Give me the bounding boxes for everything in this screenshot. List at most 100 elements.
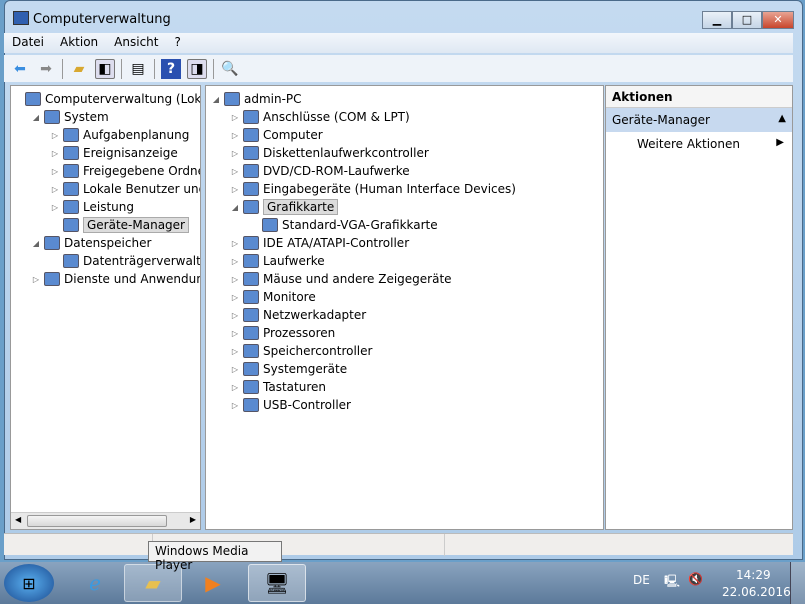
tree-item[interactable]: Datenträgerverwaltung [49,252,201,270]
tree-item[interactable]: ▷ Netzwerkadapter [229,306,366,324]
tree-item[interactable]: ▷ IDE ATA/ATAPI-Controller [229,234,409,252]
expand-icon[interactable]: ▷ [229,347,241,356]
expand-icon[interactable]: ▷ [49,203,61,212]
expand-icon[interactable]: ◢ [210,95,222,104]
language-indicator[interactable]: DE [633,573,650,587]
menu-datei[interactable]: Datei [4,33,52,53]
volume-muted-icon[interactable]: 🔇 [688,572,703,586]
expand-icon[interactable]: ▷ [49,131,61,140]
expand-icon[interactable]: ▷ [229,311,241,320]
expand-icon[interactable]: ▷ [229,329,241,338]
expand-icon[interactable]: ▷ [30,275,42,284]
horizontal-scrollbar[interactable]: ◀ ▶ [11,512,200,529]
actions-section-geraete-manager[interactable]: Geräte-Manager ▲ [606,108,792,132]
expand-icon[interactable]: ▷ [229,113,241,122]
start-button[interactable]: ⊞ [4,564,54,602]
expand-icon[interactable]: ▷ [229,257,241,266]
tree-item[interactable]: ▷ Computer [229,126,323,144]
help-icon[interactable]: ? [161,58,181,79]
tree-item[interactable]: ▷ Aufgabenplanung [49,126,189,144]
tree-item[interactable]: Computerverwaltung (Lokal) [11,90,200,108]
tree-item[interactable]: Geräte-Manager [49,216,189,234]
expand-icon[interactable]: ▷ [229,293,241,302]
up-folder-icon[interactable]: ▰ [69,59,89,79]
expand-icon[interactable]: ▷ [229,185,241,194]
tree-item[interactable]: ▷ Speichercontroller [229,342,372,360]
device-icon [243,290,259,304]
tree-item[interactable]: ▷ Tastaturen [229,378,326,396]
back-icon[interactable]: ⬅ [10,59,30,79]
expand-icon[interactable]: ▷ [229,149,241,158]
console-tree-pane: ◀ ▶ Computerverwaltung (Lokal) ◢ System ▷ Au… [10,85,201,530]
expand-icon[interactable]: ▷ [229,167,241,176]
computer-management-taskbar-icon[interactable]: 🖥 [248,564,306,602]
tree-item[interactable]: ◢ Grafikkarte [229,198,339,216]
tree-item[interactable]: ▷ Diskettenlaufwerkcontroller [229,144,429,162]
expand-icon[interactable]: ▷ [229,365,241,374]
tree-item-label: Anschlüsse (COM & LPT) [263,110,410,124]
tree-item[interactable]: ▷ Monitore [229,288,316,306]
tree-item-label: Datenträgerverwaltung [83,254,201,268]
tree-item[interactable]: ▷ Anschlüsse (COM & LPT) [229,108,410,126]
status-bar [4,533,793,556]
minimize-button[interactable]: ▁ [702,11,732,29]
menu-help[interactable]: ? [166,33,188,53]
device-icon [243,380,259,394]
tree-item-label: Computer [263,128,323,142]
tree-item-label: Dienste und Anwendungen [64,272,200,286]
close-button[interactable]: ✕ [762,11,794,29]
tree-item[interactable]: ▷ DVD/CD-ROM-Laufwerke [229,162,410,180]
tree-item[interactable]: ▷ Ereignisanzeige [49,144,178,162]
tree-item-label: admin-PC [244,92,302,106]
expand-icon[interactable]: ▷ [229,275,241,284]
tree-item-label: Mäuse und andere Zeigegeräte [263,272,452,286]
expand-icon[interactable]: ▷ [229,239,241,248]
expand-icon[interactable]: ▷ [229,401,241,410]
more-actions-item[interactable]: Weitere Aktionen ▶ [606,132,792,151]
tree-item[interactable]: ▷ Prozessoren [229,324,335,342]
computer-management-icon [13,11,29,25]
maximize-button[interactable]: □ [732,11,762,29]
tree-item-label: System [64,110,109,124]
tree-item[interactable]: ▷ Eingabegeräte (Human Interface Devices) [229,180,516,198]
tree-item[interactable]: ▷ Leistung [49,198,134,216]
expand-icon[interactable]: ▷ [49,167,61,176]
expand-icon[interactable]: ▷ [49,185,61,194]
tree-item[interactable]: ◢ Datenspeicher [30,234,151,252]
tree-item[interactable]: ▷ USB-Controller [229,396,351,414]
show-hide-action-pane-icon[interactable]: ◨ [187,58,207,79]
tree-item[interactable]: ▷ Dienste und Anwendungen [30,270,200,288]
expand-icon[interactable]: ▷ [49,149,61,158]
tree-item[interactable]: ▷ Lokale Benutzer und Gruppen [49,180,200,198]
tree-item-label: Diskettenlaufwerkcontroller [263,146,429,160]
tree-item[interactable]: ▷ Mäuse und andere Zeigegeräte [229,270,452,288]
clock-time[interactable]: 14:29 [736,568,771,582]
expand-icon[interactable]: ◢ [30,113,42,122]
device-icon [63,164,79,178]
collapse-icon[interactable]: ▲ [778,113,786,124]
tree-item[interactable]: Standard-VGA-Grafikkarte [248,216,438,234]
tree-item[interactable]: ◢ admin-PC [210,90,302,108]
properties-icon[interactable]: ▤ [128,59,148,79]
show-desktop-button[interactable] [790,562,805,604]
tree-item[interactable]: ▷ Freigegebene Ordner [49,162,200,180]
expand-icon[interactable]: ◢ [30,239,42,248]
tree-item[interactable]: ◢ System [30,108,109,126]
windows-media-player-icon[interactable]: ▶ [184,564,242,602]
expand-icon[interactable]: ▷ [229,383,241,392]
tree-item[interactable]: ▷ Systemgeräte [229,360,347,378]
expand-icon[interactable]: ▷ [229,131,241,140]
expand-icon[interactable]: ◢ [229,203,241,212]
clock-date[interactable]: 22.06.2016 [722,585,791,599]
menu-aktion[interactable]: Aktion [52,33,106,53]
show-hide-tree-icon[interactable]: ◧ [95,58,115,79]
toolbar: ⬅ ➡ ▰ ◧ ▤ ? ◨ 🔍 [4,55,793,82]
tree-item[interactable]: ▷ Laufwerke [229,252,325,270]
internet-explorer-icon[interactable]: ℯ [66,564,124,602]
tooltip: Windows Media Player [148,541,282,572]
forward-icon[interactable]: ➡ [36,59,56,79]
tree-item-label: Geräte-Manager [83,217,189,233]
scan-hardware-icon[interactable]: 🔍 [220,59,240,79]
network-icon[interactable]: 🖳 [664,572,680,593]
menu-ansicht[interactable]: Ansicht [106,33,166,53]
